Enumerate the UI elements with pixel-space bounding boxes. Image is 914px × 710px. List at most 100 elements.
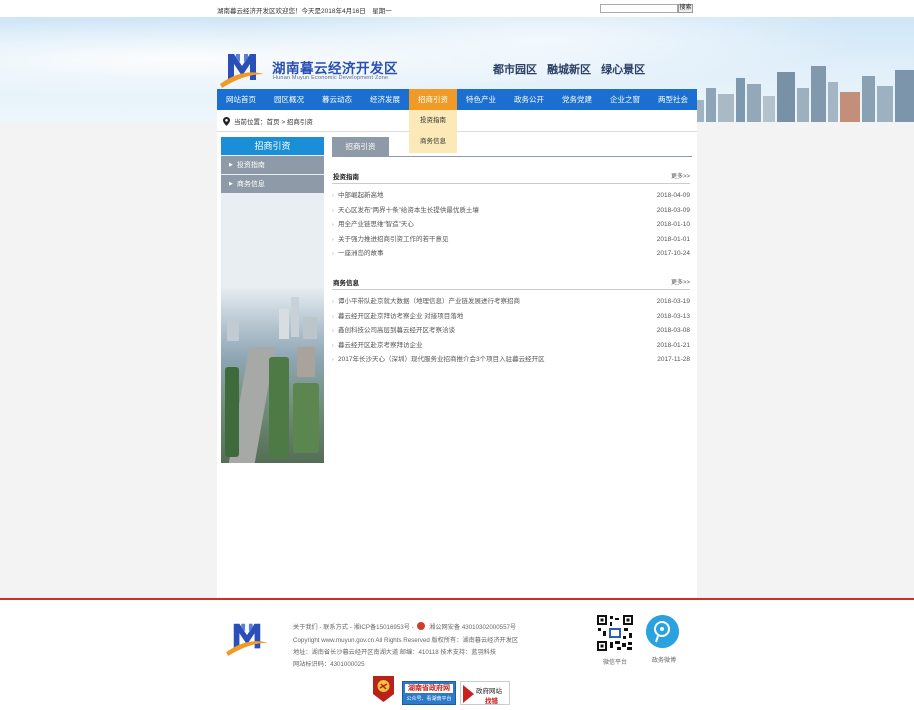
footer-line-1[interactable]: 关于我们 - 联系方式 - 湘ICP备15016953号 -	[293, 624, 414, 631]
nav-item-investment[interactable]: 招商引资	[409, 89, 457, 110]
slogan-item: 都市园区	[493, 64, 537, 76]
list-item-date: 2018-03-13	[656, 312, 690, 320]
nav-item-party[interactable]: 党务党建	[553, 89, 601, 110]
main-nav: 网站首页 园区概况 暮云动态 经济发展 招商引资 特色产业 政务公开 党务党建 …	[217, 89, 697, 110]
site-subtitle: Hunan Muyun Economic Development Zone	[273, 75, 389, 81]
sidebar-city-photo	[221, 287, 324, 463]
more-link[interactable]: 更多>>	[671, 171, 690, 180]
list-item-title[interactable]: 鑫创科技公司高层到暮云经开区考察洽谈	[338, 327, 455, 334]
footer-links: 关于我们 - 联系方式 - 湘ICP备15016953号 - 湘公网安备 430…	[293, 622, 516, 631]
weibo-caption: 政务微博	[652, 658, 677, 664]
search-input[interactable]	[600, 4, 678, 13]
list-item-title[interactable]: 暮云经开区赴京拜访考察企业 对接项目落地	[338, 313, 463, 320]
sidebar-item-investment-guide[interactable]: ▶ 投资指南	[221, 156, 324, 174]
list-item-title[interactable]: 谭小平带队赴京就大数据（地理信息）产业链发展进行考察招商	[338, 298, 520, 305]
list-item-title[interactable]: 暮云经开区赴京考察拜访企业	[338, 342, 423, 349]
error-badge-title: 政府网站	[476, 688, 502, 695]
list-item-date: 2018-03-08	[656, 327, 690, 334]
gov-badge-sub: 公众号、看湖南平台	[406, 696, 452, 702]
sidebar-item-business-info[interactable]: ▶ 商务信息	[221, 175, 324, 193]
list-item-title[interactable]: 用全产业链思维“智造”天心	[338, 221, 414, 228]
nav-item-society[interactable]: 两型社会	[649, 89, 697, 110]
wechat-caption: 微信平台	[603, 660, 628, 666]
breadcrumb-label: 当前位置：	[234, 119, 267, 126]
dropdown-item-business-info[interactable]: 商务信息	[409, 131, 457, 152]
list-item-title[interactable]: 天心区发布“两界十条”给资本生长提供最优质土壤	[338, 207, 479, 214]
gov-badge-label: 湖南省政府网	[405, 684, 453, 693]
list-item[interactable]: › 关于强力推进招商引资工作的若干意见 2018-01-01	[332, 233, 690, 248]
nav-item-government[interactable]: 政务公开	[505, 89, 553, 110]
slogan: 都市园区 融城新区 绿心景区	[493, 61, 652, 77]
slogan-item: 融城新区	[547, 64, 592, 76]
section-investment-guide: 投资指南 更多>> › 中部崛起新高地 2018-04-09 › 天心区发布“两界十条…	[332, 166, 690, 262]
list-item[interactable]: › 一座洲岛的故事 2017-10-24	[332, 247, 690, 262]
party-emblem-icon[interactable]	[371, 674, 396, 703]
breadcrumb-home-link[interactable]: 首页	[267, 119, 280, 126]
arrow-right-icon: ▶	[229, 162, 233, 168]
list-item-title[interactable]: 中部崛起新高地	[338, 192, 384, 199]
city-skyline-image	[690, 47, 914, 122]
main-content: 当前位置：首页 > 招商引资 招商引资 ▶ 投资指南 ▶ 商务信息 招商引资 投资指…	[217, 110, 697, 598]
more-link[interactable]: 更多>>	[671, 277, 690, 286]
list-item-date: 2018-04-09	[656, 192, 690, 199]
section-business-info: 商务信息 更多>> › 谭小平带队赴京就大数据（地理信息）产业链发展进行考察招商 2…	[332, 272, 690, 368]
list-item-date: 2018-01-01	[656, 235, 690, 243]
location-pin-icon	[223, 117, 230, 126]
section-title: 投资指南	[333, 174, 359, 181]
list-item[interactable]: › 天心区发布“两界十条”给资本生长提供最优质土壤 2018-03-09	[332, 204, 690, 219]
list-item-date: 2017-11-28	[657, 356, 690, 363]
footer-site-code: 网站标识码：4301000025	[293, 661, 365, 668]
muyun-logo-icon	[220, 54, 264, 88]
tab-investment[interactable]: 招商引资	[332, 137, 389, 156]
welcome-text: 湖南暮云经济开发区欢迎您！今天是2018年4月16日 星期一	[217, 8, 392, 15]
nav-item-news[interactable]: 暮云动态	[313, 89, 361, 110]
list-item[interactable]: › 中部崛起新高地 2018-04-09	[332, 189, 690, 204]
list-item[interactable]: › 暮云经开区赴京考察拜访企业 2018-01-21	[332, 339, 690, 354]
gov-error-finder-badge[interactable]: 政府网站 找错	[460, 681, 510, 705]
hunan-gov-badge[interactable]: 湖南省政府网 公众号、看湖南平台	[402, 681, 456, 705]
nav-item-enterprise[interactable]: 企业之窗	[601, 89, 649, 110]
list-item-date: 2018-01-10	[656, 221, 690, 228]
slogan-item: 绿心景区	[601, 64, 646, 76]
weibo-icon[interactable]	[646, 615, 679, 648]
nav-dropdown: 投资指南 商务信息	[409, 110, 457, 153]
flag-icon	[463, 685, 474, 703]
list-item-date: 2017-10-24	[656, 250, 690, 257]
sidebar: 招商引资 ▶ 投资指南 ▶ 商务信息	[221, 137, 324, 463]
arrow-right-icon: ▶	[229, 181, 233, 187]
dropdown-item-investment-guide[interactable]: 投资指南	[409, 110, 457, 131]
content-tab-bar: 招商引资	[332, 137, 692, 157]
list-item-title[interactable]: 2017年长沙天心（深圳）现代服务业招商推介会3个项目入驻暮云经开区	[338, 356, 545, 363]
error-badge-sub: 找错	[485, 698, 498, 705]
footer-address: 地址：湖南省长沙暮云经开区南湖大道 邮编：410118 技术支持：蓝羽科技	[293, 649, 497, 656]
footer-logo-icon	[226, 623, 268, 656]
sidebar-item-label: 投资指南	[236, 162, 265, 169]
wechat-qr-icon	[596, 614, 634, 652]
nav-item-industry[interactable]: 特色产业	[457, 89, 505, 110]
sidebar-title: 招商引资	[221, 137, 324, 155]
list-item-date: 2018-01-21	[656, 341, 690, 349]
list-item[interactable]: › 用全产业链思维“智造”天心 2018-01-10	[332, 218, 690, 233]
site-title: 湖南暮云经济开发区	[272, 61, 398, 76]
sidebar-item-label: 商务信息	[236, 181, 265, 188]
list-item[interactable]: › 鑫创科技公司高层到暮云经开区考察洽谈 2018-03-08	[332, 324, 690, 339]
nav-item-economy[interactable]: 经济发展	[361, 89, 409, 110]
breadcrumb-current: 招商引资	[286, 119, 313, 126]
list-item-date: 2018-03-19	[656, 298, 690, 305]
nav-item-overview[interactable]: 园区概况	[265, 89, 313, 110]
nav-item-home[interactable]: 网站首页	[217, 89, 265, 110]
list-item-title[interactable]: 一座洲岛的故事	[338, 250, 384, 257]
section-title: 商务信息	[333, 280, 359, 287]
police-record[interactable]: 湘公网安备 43010302000557号	[429, 624, 516, 631]
list-item[interactable]: › 暮云经开区赴京拜访考察企业 对接项目落地 2018-03-13	[332, 310, 690, 325]
list-item[interactable]: › 谭小平带队赴京就大数据（地理信息）产业链发展进行考察招商 2018-03-19	[332, 295, 690, 310]
list-item[interactable]: › 2017年长沙天心（深圳）现代服务业招商推介会3个项目入驻暮云经开区 2017-…	[332, 353, 690, 368]
footer-copyright: Copyright www.muyun.gov.cn All Rights Re…	[293, 637, 519, 644]
breadcrumb-separator: >	[281, 119, 286, 126]
breadcrumb: 当前位置：首页 > 招商引资	[223, 116, 313, 126]
search-button[interactable]: 搜索	[678, 4, 693, 13]
top-bar: 湖南暮云经济开发区欢迎您！今天是2018年4月16日 星期一 搜索	[0, 0, 914, 17]
police-badge-icon	[417, 622, 426, 630]
list-item-title[interactable]: 关于强力推进招商引资工作的若干意见	[338, 236, 449, 243]
list-item-date: 2018-03-09	[656, 206, 690, 214]
